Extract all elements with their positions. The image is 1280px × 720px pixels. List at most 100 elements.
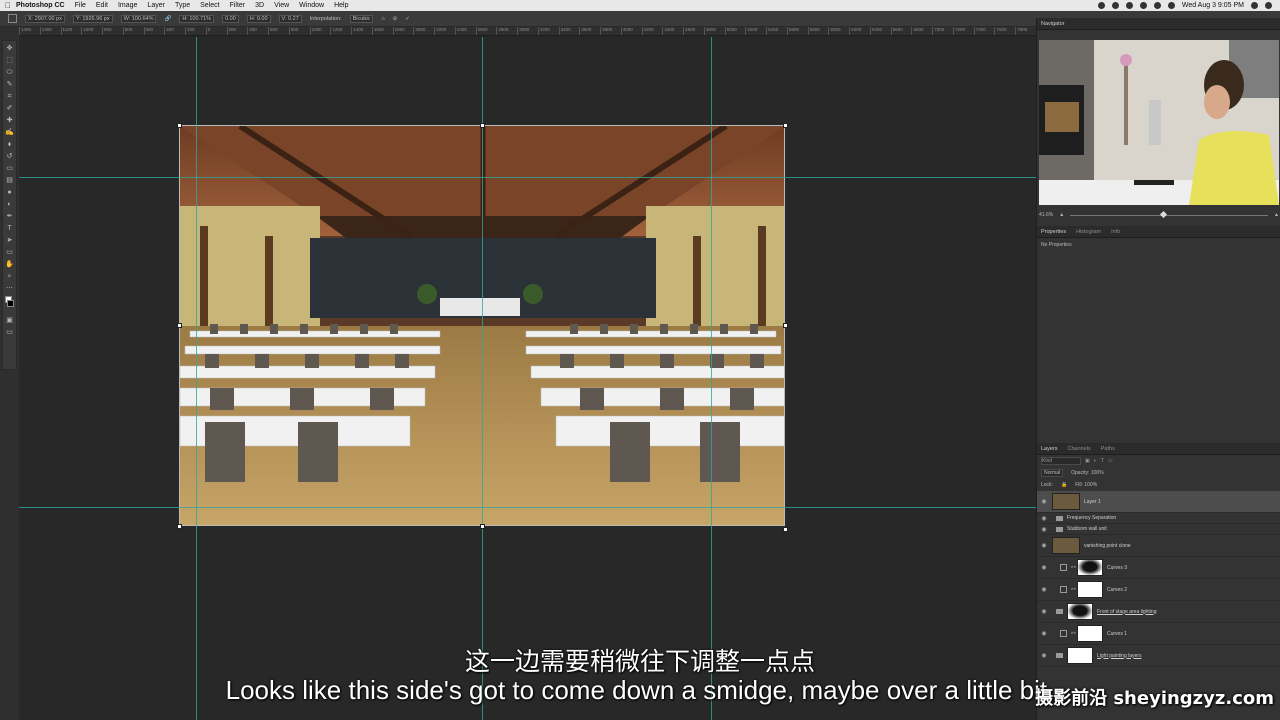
type-tool-icon[interactable]: T: [5, 224, 14, 233]
status-icon[interactable]: [1097, 2, 1105, 9]
visibility-eye-icon[interactable]: ◉: [1040, 630, 1048, 637]
layer-filter-select[interactable]: Kind: [1041, 457, 1081, 465]
vertical-guide[interactable]: [711, 37, 712, 720]
eraser-tool-icon[interactable]: ▭: [5, 164, 14, 173]
quick-mask-icon[interactable]: ▣: [5, 316, 14, 325]
menu-file[interactable]: File: [75, 2, 86, 9]
tab-info[interactable]: Info: [1111, 229, 1120, 235]
y-field[interactable]: Y: 1926.96 px: [72, 14, 113, 23]
height-field[interactable]: H: 100.71%: [179, 14, 215, 23]
apple-icon[interactable]: : [0, 1, 16, 10]
layer-row[interactable]: ◉ ⚯ Curves 3: [1037, 557, 1280, 579]
opacity-field[interactable]: Opacity: 100%: [1071, 470, 1104, 476]
layer-name[interactable]: Stubborn wall unit: [1067, 526, 1107, 532]
transform-handle[interactable]: [480, 123, 485, 128]
layer-name[interactable]: Layer 1: [1084, 499, 1101, 505]
dodge-tool-icon[interactable]: ◐: [5, 200, 14, 209]
top-ruler[interactable]: 1400 1300 1100 1000 900 800 600 400 200 0 200 400 60…: [19, 27, 1036, 36]
status-icon[interactable]: [1139, 2, 1147, 9]
layer-name[interactable]: Frequency Separation: [1067, 515, 1116, 521]
transform-handle[interactable]: [783, 323, 788, 328]
blur-tool-icon[interactable]: ●: [5, 188, 14, 197]
warp-icon[interactable]: ⌂: [381, 16, 384, 22]
zoom-slider-knob[interactable]: [1160, 210, 1168, 218]
visibility-eye-icon[interactable]: ◉: [1040, 542, 1048, 549]
status-icon[interactable]: [1125, 2, 1133, 9]
cancel-icon[interactable]: ⊘: [393, 16, 398, 22]
gradient-tool-icon[interactable]: ▤: [5, 176, 14, 185]
layer-mask-thumbnail[interactable]: [1077, 559, 1103, 576]
blend-mode-select[interactable]: Normal: [1041, 469, 1064, 477]
battery-icon[interactable]: [1167, 2, 1175, 9]
visibility-eye-icon[interactable]: ◉: [1040, 586, 1048, 593]
h-skew-field[interactable]: H: 0.00: [246, 14, 271, 23]
filter-adjustment-icon[interactable]: ◐: [1094, 458, 1097, 464]
tab-channels[interactable]: Channels: [1068, 446, 1091, 452]
marquee-tool-icon[interactable]: ⬚: [5, 56, 14, 65]
interpolation-select[interactable]: Bicubic: [349, 14, 374, 23]
transform-handle[interactable]: [177, 123, 182, 128]
layer-name[interactable]: Curves 1: [1107, 631, 1127, 637]
menu-3d[interactable]: 3D: [255, 2, 264, 9]
layer-name[interactable]: vanishing point clone: [1084, 543, 1131, 549]
lock-icon[interactable]: 🔒: [1061, 482, 1067, 488]
menu-select[interactable]: Select: [200, 2, 219, 9]
menu-layer[interactable]: Layer: [147, 2, 165, 9]
shape-tool-icon[interactable]: ▭: [5, 248, 14, 257]
visibility-eye-icon[interactable]: ◉: [1040, 515, 1048, 522]
quick-select-tool-icon[interactable]: ✎: [5, 80, 14, 89]
link-icon[interactable]: 🔗: [164, 16, 171, 22]
tab-layers[interactable]: Layers: [1041, 446, 1058, 452]
pen-tool-icon[interactable]: ✒: [5, 212, 14, 221]
horizontal-guide[interactable]: [19, 177, 1036, 178]
healing-tool-icon[interactable]: ✚: [5, 116, 14, 125]
menu-filter[interactable]: Filter: [230, 2, 246, 9]
layer-row[interactable]: ◉ ⚯ Curves 2: [1037, 579, 1280, 601]
angle-field[interactable]: 0.00: [222, 14, 239, 23]
clock[interactable]: Wed Aug 3 9:05 PM: [1182, 2, 1244, 9]
transform-handle[interactable]: [783, 527, 788, 532]
x-field[interactable]: X: 2907.00 px: [25, 14, 65, 23]
move-tool-icon[interactable]: ✥: [5, 44, 14, 53]
navigator-preview[interactable]: [1039, 40, 1279, 205]
layer-mask-thumbnail[interactable]: [1077, 625, 1103, 642]
stamp-tool-icon[interactable]: ⬧: [5, 140, 14, 149]
tab-histogram[interactable]: Histogram: [1076, 229, 1101, 235]
wifi-icon[interactable]: [1153, 2, 1161, 9]
tab-properties[interactable]: Properties: [1041, 229, 1066, 235]
search-icon[interactable]: [1251, 2, 1258, 9]
vertical-guide[interactable]: [196, 37, 197, 720]
fill-field[interactable]: Fill: 100%: [1075, 482, 1097, 488]
layer-row[interactable]: ◉ Front of stage area lighting: [1037, 601, 1280, 623]
layer-name[interactable]: Front of stage area lighting: [1097, 609, 1156, 615]
transform-tool-icon[interactable]: [8, 14, 17, 23]
background-color-swatch[interactable]: [7, 300, 14, 307]
path-select-tool-icon[interactable]: ➤: [5, 236, 14, 245]
menu-view[interactable]: View: [274, 2, 289, 9]
commit-icon[interactable]: ✓: [405, 16, 410, 22]
more-tools-icon[interactable]: ⋯: [5, 284, 14, 293]
history-brush-tool-icon[interactable]: ↺: [5, 152, 14, 161]
brush-tool-icon[interactable]: ✍: [5, 128, 14, 137]
visibility-eye-icon[interactable]: ◉: [1040, 526, 1048, 533]
status-icon[interactable]: [1111, 2, 1119, 9]
transform-handle[interactable]: [783, 123, 788, 128]
menu-help[interactable]: Help: [334, 2, 348, 9]
visibility-eye-icon[interactable]: ◉: [1040, 564, 1048, 571]
layer-row[interactable]: ◉ Stubborn wall unit: [1037, 524, 1280, 535]
menu-type[interactable]: Type: [175, 2, 190, 9]
width-field[interactable]: W: 100.64%: [120, 14, 157, 23]
layer-row[interactable]: ◉ vanishing point clone: [1037, 535, 1280, 557]
zoom-tool-icon[interactable]: ⌕: [5, 272, 14, 281]
layer-name[interactable]: Curves 3: [1107, 565, 1127, 571]
zoom-slider[interactable]: [1070, 210, 1269, 218]
zoom-value[interactable]: 41.6%: [1039, 212, 1053, 218]
screen-mode-icon[interactable]: ▭: [5, 328, 14, 337]
horizontal-guide[interactable]: [19, 507, 1036, 508]
vertical-guide[interactable]: [482, 37, 483, 720]
zoom-in-icon[interactable]: ▲: [1274, 212, 1279, 218]
menu-image[interactable]: Image: [118, 2, 137, 9]
filter-type-icon[interactable]: T: [1101, 458, 1104, 464]
tab-navigator[interactable]: Navigator: [1041, 21, 1065, 27]
transform-handle[interactable]: [177, 524, 182, 529]
